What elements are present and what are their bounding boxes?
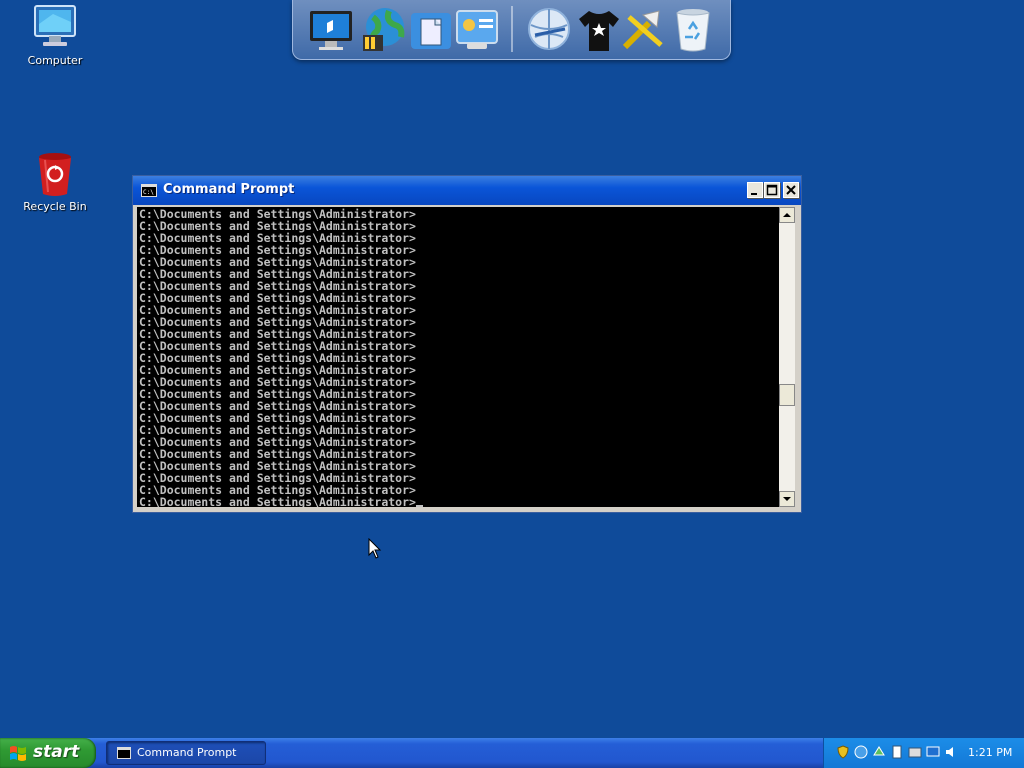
monitor-icon[interactable] [307,5,355,55]
document-tray-icon[interactable] [890,745,904,759]
command-prompt-window[interactable]: C:\ Command Prompt C:\Documents and Sett… [132,175,802,513]
maximize-button[interactable] [764,182,780,198]
taskbar-item-command-prompt[interactable]: Command Prompt [106,741,266,765]
tshirt-icon[interactable] [575,5,623,55]
recycle-bin-icon [39,153,71,196]
minimize-button[interactable] [747,182,763,198]
text-cursor [415,505,423,507]
arrow-down-icon [783,497,791,501]
dock-separator [511,6,513,52]
app-dock [292,0,731,60]
window-titlebar[interactable]: C:\ Command Prompt [133,176,801,205]
documents-icon[interactable] [407,5,455,55]
system-tray: 1:21 PM [823,738,1024,768]
window-title: Command Prompt [163,182,295,197]
control-panel-icon[interactable] [453,5,501,55]
arrow-up-icon [783,213,791,217]
vertical-scrollbar[interactable] [779,207,795,507]
internet-icon[interactable] [525,5,573,55]
tools-icon[interactable] [619,5,667,55]
cmd-icon [117,747,131,759]
cmd-icon: C:\ [141,184,157,197]
desktop-icon-recycle-bin[interactable]: Recycle Bin [15,150,95,213]
taskbar-item-label: Command Prompt [137,746,237,759]
desktop-icon-computer[interactable]: Computer [15,4,95,67]
globe-icon[interactable] [359,5,407,55]
windows-logo-icon [10,746,26,761]
start-button[interactable]: start [0,738,96,768]
computer-icon [34,5,76,46]
scroll-thumb[interactable] [779,384,795,406]
mouse-pointer-icon [368,538,382,559]
recycle-bin-icon[interactable] [669,5,717,55]
scroll-down-button[interactable] [779,491,795,507]
network-icon[interactable] [854,745,868,759]
start-label: start [33,742,80,762]
svg-text:C:\: C:\ [143,189,154,196]
scroll-up-button[interactable] [779,207,795,223]
console-lines: C:\Documents and Settings\Administrator>… [137,207,779,507]
close-icon [786,185,796,195]
update-icon[interactable] [872,745,886,759]
taskbar: start Command Prompt 1:21 PM [0,738,1024,768]
volume-icon[interactable] [944,745,958,759]
console-output[interactable]: C:\Documents and Settings\Administrator>… [137,207,779,507]
maximize-icon [766,184,778,196]
console-line: C:\Documents and Settings\Administrator> [139,495,416,507]
display-icon[interactable] [926,745,940,759]
minimize-icon [751,193,757,195]
clock: 1:21 PM [968,746,1013,759]
security-shield-icon[interactable] [836,745,850,759]
close-button[interactable] [783,182,799,198]
desktop-icon-label: Computer [27,54,83,67]
desktop-icon-label: Recycle Bin [23,200,87,213]
keyboard-icon[interactable] [908,745,922,759]
